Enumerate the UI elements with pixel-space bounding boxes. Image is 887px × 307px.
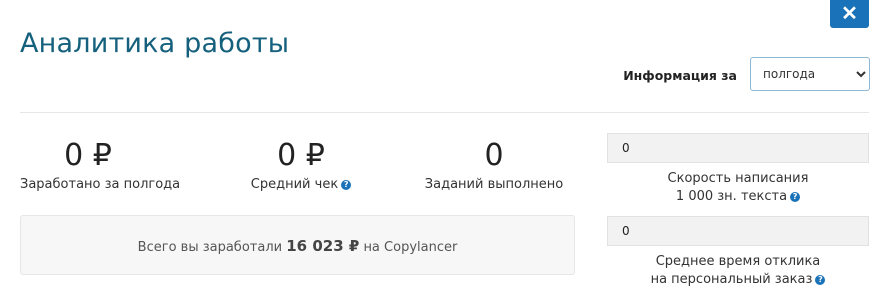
help-icon[interactable]: ? (815, 275, 826, 285)
divider (20, 112, 869, 113)
stat-earned: 0 ₽ Заработано за полгода (20, 138, 181, 192)
stat-earned-label: Заработано за полгода (20, 177, 181, 192)
help-icon[interactable]: ? (341, 180, 352, 190)
writing-speed-caption-line2-row: 1 000 зн. текста? (607, 188, 869, 206)
close-button[interactable]: ✕ (830, 0, 869, 28)
stat-average-check-label: Средний чек (250, 177, 339, 192)
help-icon[interactable]: ? (790, 192, 801, 202)
response-time-field[interactable] (607, 216, 869, 246)
stat-tasks-done-label: Заданий выполнено (424, 177, 564, 192)
stat-average-check-value: 0 ₽ (277, 138, 325, 173)
period-label: Информация за (623, 68, 737, 83)
writing-speed-caption-line1: Скорость написания (667, 171, 809, 186)
writing-speed-caption-line2: 1 000 зн. текста (675, 189, 788, 204)
stat-tasks-done: 0 Заданий выполнено (418, 138, 570, 192)
total-earnings-box: Всего вы заработали 16 023 ₽ на Copylanc… (20, 215, 575, 275)
page-title: Аналитика работы (20, 28, 290, 59)
response-time-caption-line2: на персональный заказ (650, 272, 813, 287)
close-icon: ✕ (841, 3, 858, 25)
response-time-caption-line1: Среднее время отклика (655, 254, 821, 269)
stat-average-check-label-row: Средний чек? (236, 177, 366, 192)
writing-speed-caption: Скорость написания 1 000 зн. текста? (607, 170, 869, 206)
total-earnings-suffix: на Copylancer (363, 240, 458, 255)
stat-average-check: 0 ₽ Средний чек? (236, 138, 366, 192)
writing-speed-field[interactable] (607, 133, 869, 163)
stat-tasks-done-value: 0 (484, 138, 504, 173)
stat-earned-value: 0 ₽ (64, 138, 112, 173)
response-time-caption-line2-row: на персональный заказ? (607, 271, 869, 289)
total-earnings-amount: 16 023 ₽ (286, 237, 360, 255)
period-select[interactable]: полгода (750, 57, 870, 91)
total-earnings-prefix: Всего вы заработали (137, 240, 283, 255)
response-time-caption: Среднее время отклика на персональный за… (607, 253, 869, 289)
